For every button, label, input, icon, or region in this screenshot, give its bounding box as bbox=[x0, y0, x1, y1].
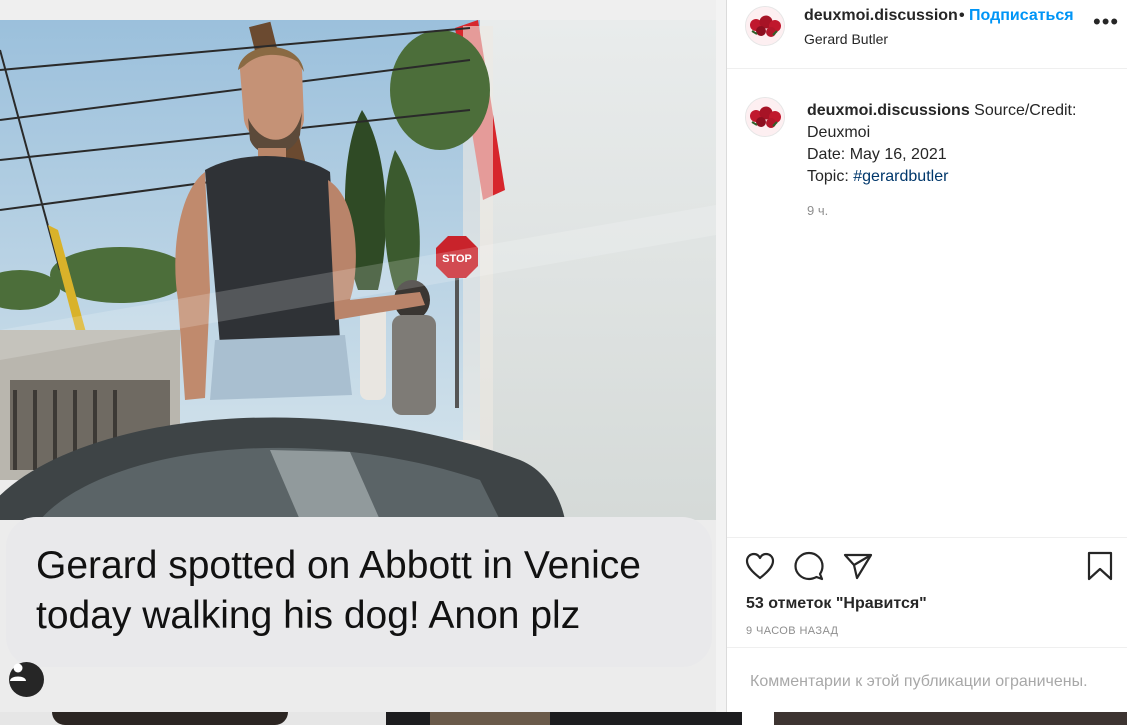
related-thumb[interactable] bbox=[774, 712, 1127, 725]
ellipsis-icon[interactable]: ••• bbox=[1093, 9, 1119, 35]
heart-icon bbox=[745, 552, 775, 580]
send-icon bbox=[843, 553, 873, 580]
tagged-users-button[interactable] bbox=[9, 662, 44, 697]
comment-icon bbox=[794, 551, 824, 581]
likes-count[interactable]: 53 отметок "Нравится" bbox=[746, 595, 927, 613]
save-button[interactable] bbox=[1084, 550, 1116, 582]
caption-text: deuxmoi.discussions Source/Credit: Deuxm… bbox=[807, 100, 1107, 188]
related-posts-strip bbox=[0, 712, 1127, 725]
message-text: Gerard spotted on Abbott in Venice today… bbox=[36, 544, 641, 637]
post-location[interactable]: Gerard Butler bbox=[804, 31, 888, 47]
comments-section: Комментарии к этой публикации ограничены… bbox=[727, 647, 1127, 713]
post-header: deuxmoi.discussion • Подписаться Gerard … bbox=[727, 0, 1127, 69]
bookmark-icon bbox=[1087, 551, 1113, 581]
like-button[interactable] bbox=[744, 550, 776, 582]
avatar[interactable] bbox=[745, 97, 785, 137]
share-button[interactable] bbox=[842, 550, 874, 582]
post-photo[interactable]: STOP Gerard spotted on Abbott in Venice … bbox=[0, 0, 726, 712]
comments-restricted-notice: Комментарии к этой публикации ограничены… bbox=[750, 673, 1088, 690]
post-details-pane: deuxmoi.discussion • Подписаться Gerard … bbox=[726, 0, 1127, 712]
roses-avatar-icon bbox=[746, 7, 784, 45]
caption-hashtag[interactable]: #gerardbutler bbox=[853, 168, 948, 185]
caption-date: Date: May 16, 2021 bbox=[807, 146, 947, 163]
caption-username[interactable]: deuxmoi.discussions bbox=[807, 102, 970, 119]
comment-button[interactable] bbox=[793, 550, 825, 582]
post-age[interactable]: 9 ЧАСОВ НАЗАД bbox=[746, 625, 838, 637]
post-author-username[interactable]: deuxmoi.discussion bbox=[804, 7, 958, 25]
caption-timestamp[interactable]: 9 ч. bbox=[807, 203, 828, 218]
avatar[interactable] bbox=[745, 6, 785, 46]
caption-topic-label: Topic: bbox=[807, 168, 854, 185]
related-thumb[interactable] bbox=[386, 712, 742, 725]
post-actions: 53 отметок "Нравится" 9 ЧАСОВ НАЗАД bbox=[727, 537, 1127, 648]
roses-avatar-icon bbox=[746, 98, 784, 136]
person-icon bbox=[10, 663, 26, 681]
message-bubble: Gerard spotted on Abbott in Venice today… bbox=[6, 517, 712, 667]
separator-dot: • bbox=[959, 7, 965, 24]
follow-button[interactable]: Подписаться bbox=[969, 7, 1074, 25]
related-thumb[interactable] bbox=[0, 712, 386, 725]
